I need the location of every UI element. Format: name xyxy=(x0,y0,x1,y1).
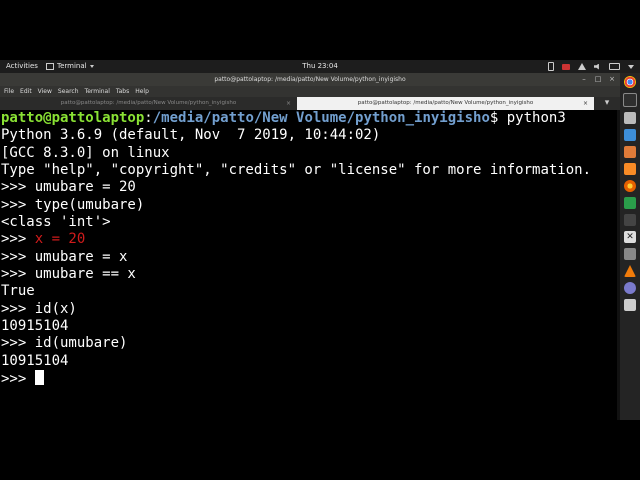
code-icon[interactable] xyxy=(624,299,636,311)
window-titlebar[interactable]: patto@pattolaptop: /media/patto/New Volu… xyxy=(0,73,620,86)
close-tab-icon[interactable]: × xyxy=(286,97,291,110)
menu-help[interactable]: Help xyxy=(135,86,149,97)
activities-button[interactable]: Activities xyxy=(6,60,38,73)
prompt-path: /media/patto/New Volume/python_inyigisho xyxy=(152,110,490,126)
terminal-output[interactable]: patto@pattolaptop:/media/patto/New Volum… xyxy=(0,110,620,420)
letterbox-bottom xyxy=(0,420,640,480)
bluetooth-icon[interactable] xyxy=(548,62,554,71)
output-line: Python 3.6.9 (default, Nov 7 2019, 10:44… xyxy=(1,127,381,144)
highlighted-prompt: >>> xyxy=(1,231,35,248)
app-menu[interactable]: Terminal xyxy=(46,60,94,73)
eye-icon[interactable] xyxy=(624,214,636,226)
output-line: [GCC 8.3.0] on linux xyxy=(1,144,170,161)
maximize-icon[interactable]: □ xyxy=(594,75,602,83)
app-menu-label: Terminal xyxy=(57,62,87,70)
tab-bar: patto@pattolaptop: /media/patto/New Volu… xyxy=(0,97,620,110)
tab-2[interactable]: patto@pattolaptop: /media/patto/New Volu… xyxy=(297,97,594,110)
menu-view[interactable]: View xyxy=(38,86,52,97)
sublime-icon[interactable] xyxy=(624,163,636,175)
letterbox-top xyxy=(0,0,640,60)
screenshot-icon[interactable] xyxy=(624,248,636,260)
record-icon[interactable] xyxy=(562,63,570,70)
terminal-window: patto@pattolaptop: /media/patto/New Volu… xyxy=(0,73,620,420)
presentation-icon[interactable] xyxy=(624,146,636,158)
text-cursor xyxy=(34,370,44,386)
spreadsheet-icon[interactable] xyxy=(624,197,636,209)
x-icon[interactable]: ✕ xyxy=(624,231,636,243)
output-line: 10915104 xyxy=(1,318,69,335)
current-prompt-line[interactable]: >>> xyxy=(1,370,620,387)
menu-bar: File Edit View Search Terminal Tabs Help xyxy=(0,86,620,97)
virtualbox-icon[interactable] xyxy=(624,129,636,141)
close-icon[interactable]: × xyxy=(608,75,616,83)
current-prompt: >>> xyxy=(1,371,35,388)
chrome-icon[interactable] xyxy=(624,76,636,88)
tab-2-label: patto@pattolaptop: /media/patto/New Volu… xyxy=(357,100,534,106)
files-icon[interactable] xyxy=(624,112,636,124)
output-line: >>> id(x) xyxy=(1,300,77,317)
output-line: 10915104 xyxy=(1,352,69,369)
chevron-down-icon xyxy=(89,65,94,68)
highlighted-code: x = 20 xyxy=(34,231,86,248)
shell-prompt-line: patto@pattolaptop:/media/patto/New Volum… xyxy=(1,110,566,126)
battery-icon[interactable] xyxy=(609,63,620,70)
minimize-icon[interactable]: – xyxy=(580,75,588,83)
window-title: patto@pattolaptop: /media/patto/New Volu… xyxy=(214,76,406,83)
output-line: True xyxy=(1,283,35,300)
microphone-icon[interactable] xyxy=(624,282,636,294)
vlc-icon[interactable] xyxy=(624,265,636,277)
output-line: >>> type(umubare) xyxy=(1,196,145,213)
prompt-command: $ python3 xyxy=(489,110,566,126)
output-line: Type "help", "copyright", "credits" or "… xyxy=(1,162,592,179)
tab-1-label: patto@pattolaptop: /media/patto/New Volu… xyxy=(60,100,237,106)
prompt-user: patto@pattolaptop xyxy=(1,110,145,126)
dock: ✕ xyxy=(620,73,640,420)
output-line: >>> umubare = 20 xyxy=(1,179,136,196)
output-line: >>> umubare == x xyxy=(1,266,136,283)
output-line: >>> umubare = x xyxy=(1,248,128,265)
menu-edit[interactable]: Edit xyxy=(20,86,32,97)
output-line: <class 'int'> xyxy=(1,214,111,231)
output-line: >>> id(umubare) xyxy=(1,335,128,352)
menu-terminal[interactable]: Terminal xyxy=(85,86,110,97)
system-tray[interactable] xyxy=(548,60,634,73)
volume-icon[interactable] xyxy=(594,63,599,70)
system-menu-arrow-icon[interactable] xyxy=(628,64,634,69)
menu-file[interactable]: File xyxy=(4,86,14,97)
terminal-icon[interactable] xyxy=(623,93,637,107)
highlighted-line: >>> x = 20 xyxy=(1,231,620,248)
network-icon[interactable] xyxy=(578,63,586,70)
window-controls: – □ × xyxy=(580,75,616,83)
close-tab-icon[interactable]: × xyxy=(583,97,588,110)
new-tab-button[interactable]: ▾ xyxy=(594,97,620,110)
firefox-icon[interactable] xyxy=(624,180,636,192)
clock[interactable]: Thu 23:04 xyxy=(302,60,338,73)
terminal-small-icon xyxy=(46,63,54,70)
tab-1[interactable]: patto@pattolaptop: /media/patto/New Volu… xyxy=(0,97,297,110)
menu-search[interactable]: Search xyxy=(58,86,79,97)
menu-tabs[interactable]: Tabs xyxy=(116,86,129,97)
top-bar: Activities Terminal Thu 23:04 xyxy=(0,60,640,73)
